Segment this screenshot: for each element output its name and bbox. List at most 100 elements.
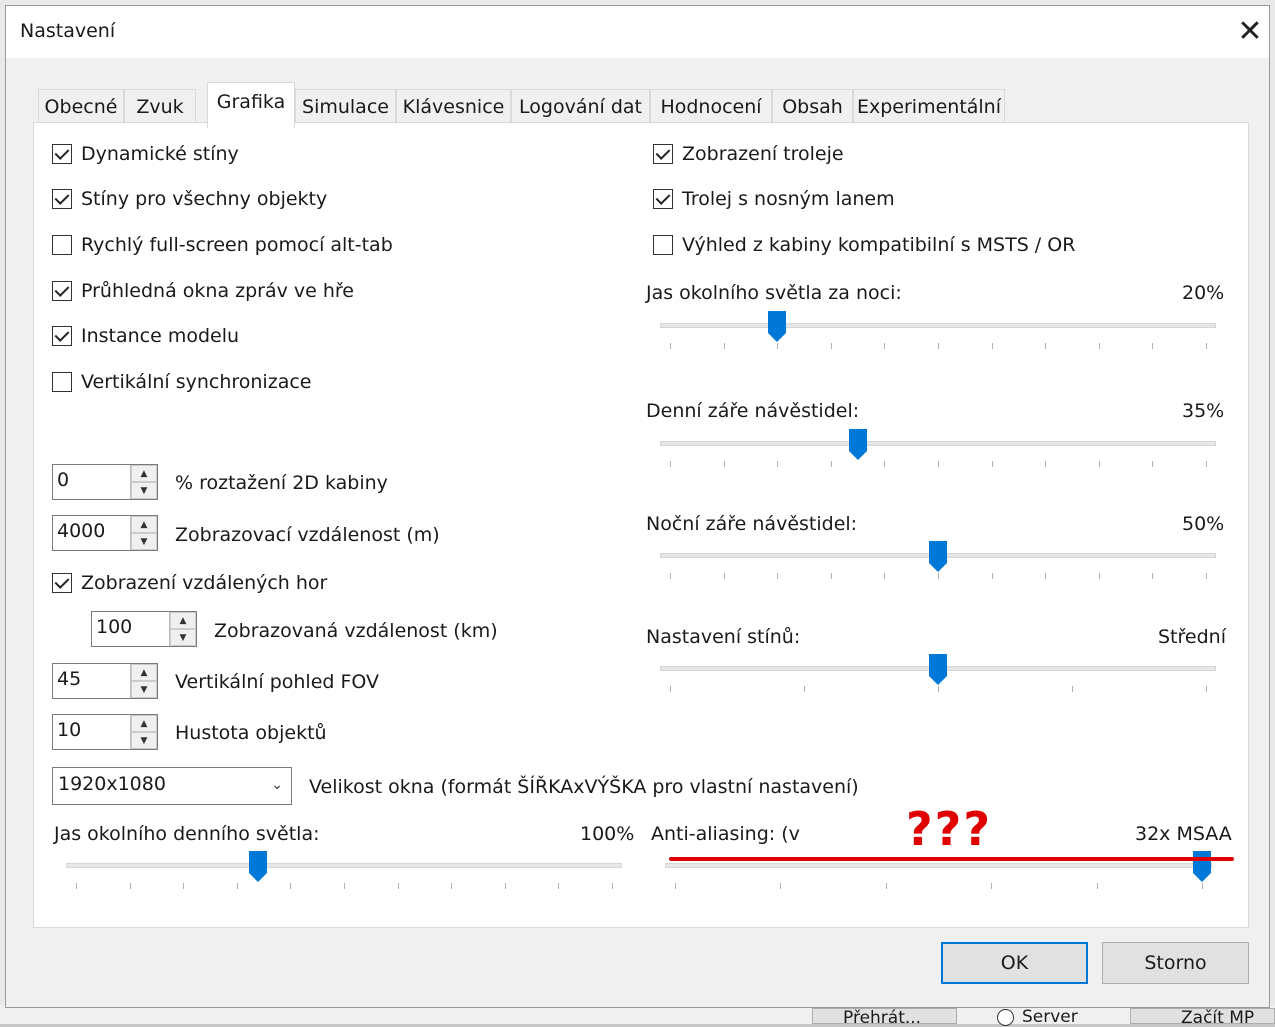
day-ambient-label: Jas okolního denního světla: — [54, 823, 320, 845]
window-size-select[interactable]: 1920x1080 ⌄ — [52, 767, 292, 805]
tab-klavesnice[interactable]: Klávesnice — [396, 89, 511, 123]
fov-spinner[interactable]: 45 ▲ ▼ — [52, 663, 158, 699]
slider-tick — [780, 883, 782, 889]
slider-tick — [723, 343, 725, 349]
ok-button[interactable]: OK — [941, 942, 1088, 984]
object-density-spinner[interactable]: 10 ▲ ▼ — [52, 714, 158, 750]
checkbox-shadows-all-objects[interactable]: Stíny pro všechny objekty — [52, 186, 327, 212]
window-size-value: 1920x1080 — [58, 773, 166, 795]
radio-circle — [997, 1008, 1014, 1026]
slider-tick — [991, 883, 993, 889]
spinner-up-icon[interactable]: ▲ — [170, 612, 196, 629]
slider-tick — [723, 461, 725, 467]
night-signal-glow-label: Noční záře návěstidel: — [646, 513, 858, 535]
checkbox-msts-cab-view[interactable]: Výhled z kabiny kompatibilní s MSTS / OR — [653, 232, 1075, 258]
checkbox-label: Rychlý full-screen pomocí alt-tab — [81, 234, 393, 256]
checkbox-box — [653, 235, 673, 255]
slider-track[interactable] — [660, 441, 1216, 446]
slider-tick — [670, 461, 671, 467]
checkbox-box — [52, 235, 72, 255]
checkbox-transparent-windows[interactable]: Průhledná okna zpráv ve hře — [52, 278, 354, 304]
checkbox-double-wire[interactable]: Trolej s nosným lanem — [653, 186, 895, 212]
spinner-down-icon[interactable]: ▼ — [170, 629, 196, 646]
tab-simulace[interactable]: Simulace — [295, 89, 396, 123]
spinner-up-icon[interactable]: ▲ — [131, 715, 157, 732]
slider-tick — [1098, 573, 1100, 579]
spinner-up-icon[interactable]: ▲ — [131, 664, 157, 681]
checkbox-distant-mountains[interactable]: Zobrazení vzdálených hor — [52, 570, 327, 596]
slider-track[interactable] — [660, 323, 1216, 328]
checkbox-fast-fullscreen[interactable]: Rychlý full-screen pomocí alt-tab — [52, 232, 393, 258]
checkbox-overhead-wire[interactable]: Zobrazení troleje — [653, 141, 844, 167]
slider-tick — [1206, 686, 1207, 692]
slider-thumb[interactable] — [928, 653, 948, 686]
slider-thumb[interactable] — [248, 850, 268, 883]
checkbox-label: Průhledná okna zpráv ve hře — [81, 280, 354, 302]
shadow-quality-label: Nastavení stínů: — [646, 626, 801, 648]
slider-tick — [885, 883, 887, 889]
slider-tick — [1206, 343, 1207, 349]
tab-experimentalni[interactable]: Experimentální — [853, 89, 1005, 123]
tab-zvuk[interactable]: Zvuk — [124, 89, 196, 123]
slider-tick — [675, 883, 676, 889]
tab-obecne[interactable]: Obecné — [38, 89, 124, 123]
slider-thumb[interactable] — [928, 540, 948, 573]
anti-aliasing-value: 32x MSAA — [1135, 823, 1232, 845]
background-start-mp-button[interactable]: Začít MP — [1130, 1008, 1275, 1024]
view-distance-spinner[interactable]: 4000 ▲ ▼ — [52, 515, 158, 551]
slider-tick — [830, 461, 832, 467]
slider-tick — [991, 573, 993, 579]
checkbox-dynamic-shadows[interactable]: Dynamické stíny — [52, 141, 239, 167]
slider-tick — [1045, 573, 1047, 579]
spinner-down-icon[interactable]: ▼ — [131, 732, 157, 749]
slider-tick — [1152, 461, 1154, 467]
tab-grafika[interactable]: Grafika — [207, 82, 295, 128]
tab-obsah[interactable]: Obsah — [772, 89, 853, 123]
background-server-radio[interactable]: Server — [997, 1008, 1078, 1026]
slider-tick — [1152, 573, 1154, 579]
slider-tick — [612, 883, 613, 889]
slider-track[interactable] — [665, 863, 1212, 868]
slider-tick — [830, 573, 832, 579]
spinner-down-icon[interactable]: ▼ — [131, 681, 157, 698]
slider-tick — [938, 343, 939, 349]
close-icon[interactable]: ✕ — [1232, 14, 1268, 50]
slider-thumb[interactable] — [1192, 850, 1212, 883]
slider-tick — [1045, 343, 1047, 349]
slider-track[interactable] — [66, 863, 622, 868]
spinner-up-icon[interactable]: ▲ — [131, 516, 157, 533]
slider-tick — [670, 343, 671, 349]
checkbox-label: Stíny pro všechny objekty — [81, 188, 328, 210]
spinner-value: 4000 — [57, 520, 106, 542]
slider-tick — [777, 573, 779, 579]
tab-hodnoceni[interactable]: Hodnocení — [650, 89, 772, 123]
night-ambient-label: Jas okolního světla za noci: — [646, 282, 902, 304]
checkbox-label: Výhled z kabiny kompatibilní s MSTS / OR — [682, 234, 1076, 256]
background-replay-button[interactable]: Přehrát... — [812, 1008, 957, 1024]
slider-tick — [670, 573, 671, 579]
mountain-distance-spinner[interactable]: 100 ▲ ▼ — [91, 611, 197, 647]
spinner-up-icon[interactable]: ▲ — [131, 465, 157, 482]
slider-tick — [884, 343, 886, 349]
cab-stretch-spinner[interactable]: 0 ▲ ▼ — [52, 464, 158, 500]
slider-tick — [1098, 461, 1100, 467]
spinner-down-icon[interactable]: ▼ — [131, 533, 157, 550]
view-distance-label: Zobrazovací vzdálenost (m) — [175, 524, 440, 546]
spinner-down-icon[interactable]: ▼ — [131, 482, 157, 499]
slider-tick — [938, 461, 939, 467]
checkbox-label: Zobrazení troleje — [682, 143, 844, 165]
slider-thumb[interactable] — [767, 310, 787, 343]
tab-logovani-dat[interactable]: Logování dat — [511, 89, 650, 123]
slider-tick — [938, 686, 939, 692]
window-size-label: Velikost okna (formát ŠÍŘKAxVÝŠKA pro vl… — [309, 776, 859, 798]
slider-tick — [723, 573, 725, 579]
slider-tick — [1206, 573, 1207, 579]
checkbox-box — [653, 144, 673, 164]
slider-thumb[interactable] — [848, 428, 868, 461]
slider-tick — [1206, 461, 1207, 467]
checkbox-model-instancing[interactable]: Instance modelu — [52, 323, 239, 349]
day-signal-glow-label: Denní záře návěstidel: — [646, 400, 860, 422]
checkbox-vsync[interactable]: Vertikální synchronizace — [52, 369, 311, 395]
checkbox-box — [52, 189, 72, 209]
cancel-button[interactable]: Storno — [1102, 942, 1249, 984]
